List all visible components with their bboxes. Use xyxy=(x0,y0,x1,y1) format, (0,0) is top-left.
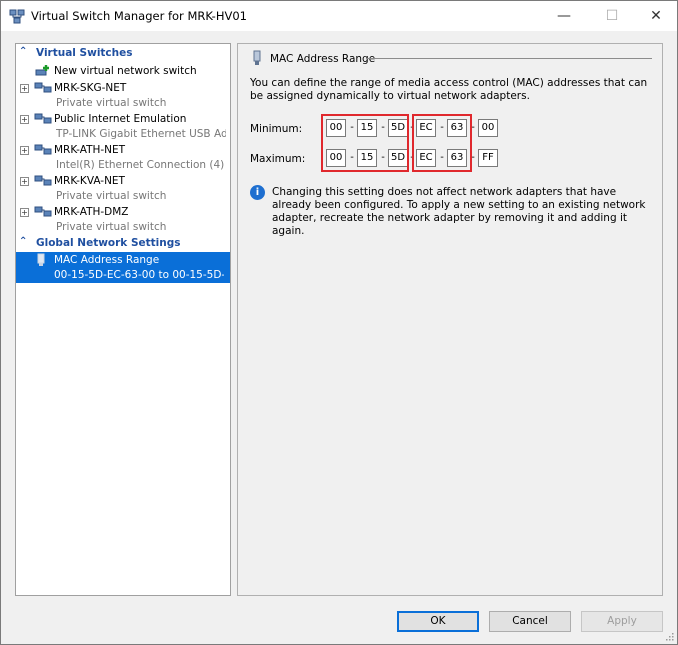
add-network-icon xyxy=(35,65,49,76)
minimum-label: Minimum: xyxy=(250,123,303,135)
network-adapter-icon xyxy=(37,253,45,266)
collapse-chevron-icon: ⌃ xyxy=(19,236,28,247)
mac-min-octet-6[interactable]: 00 xyxy=(478,119,498,137)
sidebar-item-mrk-ath-net[interactable]: + MRK-ATH-NET Intel(R) Ethernet Connecti… xyxy=(16,142,230,173)
settings-panel: MAC Address Range You can define the ran… xyxy=(237,43,663,596)
sidebar-item-public-internet[interactable]: + Public Internet Emulation TP-LINK Giga… xyxy=(16,111,230,142)
maximum-label: Maximum: xyxy=(250,153,306,165)
collapse-chevron-icon: ⌃ xyxy=(19,46,28,57)
maximize-button[interactable]: ☐ xyxy=(589,1,635,31)
minimize-icon: — xyxy=(557,8,571,24)
sidebar-item-mrk-kva-net[interactable]: + MRK-KVA-NET Private virtual switch xyxy=(16,173,230,204)
switch-tree[interactable]: ⌃ Virtual Switches New virtual network s… xyxy=(15,43,231,596)
network-switch-icon xyxy=(34,144,52,155)
virtual-switch-manager-window: Virtual Switch Manager for MRK-HV01 — ☐ … xyxy=(0,0,678,645)
maximize-icon: ☐ xyxy=(605,8,619,24)
network-switch-icon xyxy=(34,113,52,124)
virtual-switches-header[interactable]: ⌃ Virtual Switches xyxy=(16,46,230,61)
mac-max-octet-6[interactable]: FF xyxy=(478,149,498,167)
panel-title: MAC Address Range xyxy=(270,53,376,65)
network-adapter-icon xyxy=(253,50,261,65)
expand-plus-icon[interactable]: + xyxy=(20,115,29,124)
expand-plus-icon[interactable]: + xyxy=(20,84,29,93)
highlight-frame xyxy=(412,114,472,172)
network-switch-icon xyxy=(34,206,52,217)
sidebar-item-mrk-ath-dmz[interactable]: + MRK-ATH-DMZ Private virtual switch xyxy=(16,204,230,235)
network-switch-icon xyxy=(34,82,52,93)
close-icon: ✕ xyxy=(650,8,662,24)
header-divider xyxy=(366,58,652,59)
cancel-button[interactable]: Cancel xyxy=(489,611,571,632)
sidebar-item-new-switch[interactable]: New virtual network switch xyxy=(16,63,230,79)
expand-plus-icon[interactable]: + xyxy=(20,177,29,186)
info-icon: i xyxy=(250,185,265,200)
highlight-frame xyxy=(321,114,409,172)
info-message: Changing this setting does not affect ne… xyxy=(272,186,646,237)
network-switch-icon xyxy=(34,175,52,186)
sidebar-item-mrk-skg-net[interactable]: + MRK-SKG-NET Private virtual switch xyxy=(16,80,230,111)
close-button[interactable]: ✕ xyxy=(633,1,678,31)
apply-button[interactable]: Apply xyxy=(581,611,663,632)
title-bar[interactable]: Virtual Switch Manager for MRK-HV01 — ☐ … xyxy=(1,1,677,31)
sidebar-item-mac-address-range[interactable]: MAC Address Range 00-15-5D-EC-63-00 to 0… xyxy=(16,252,230,283)
resize-grip-icon[interactable] xyxy=(664,631,674,641)
expand-plus-icon[interactable]: + xyxy=(20,208,29,217)
window-title: Virtual Switch Manager for MRK-HV01 xyxy=(31,9,247,23)
ok-button[interactable]: OK xyxy=(397,611,479,632)
global-network-settings-header[interactable]: ⌃ Global Network Settings xyxy=(16,236,230,251)
minimize-button[interactable]: — xyxy=(541,1,587,31)
network-switch-icon xyxy=(9,9,25,24)
expand-plus-icon[interactable]: + xyxy=(20,146,29,155)
panel-description: You can define the range of media access… xyxy=(250,77,648,102)
